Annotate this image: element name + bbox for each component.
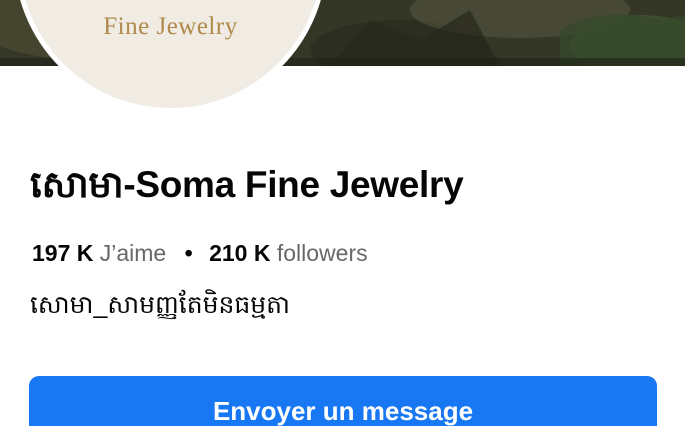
likes-count: 197 K: [32, 240, 94, 266]
stats-separator: •: [184, 240, 193, 266]
followers-count: 210 K: [209, 240, 271, 266]
page-stats: 197 K J’aime • 210 K followers: [32, 240, 368, 267]
page-bio: សោមា_សាមញ្ញតែមិនធម្មតា: [30, 291, 290, 319]
likes-label: J’aime: [99, 240, 167, 266]
send-message-button[interactable]: Envoyer un message: [29, 376, 657, 426]
profile-avatar[interactable]: Fine Jewelry: [14, 0, 327, 113]
followers-label: followers: [276, 240, 368, 266]
logo-text: Fine Jewelry: [103, 13, 238, 40]
page-title: សោមា-Soma Fine Jewelry: [30, 164, 464, 205]
facebook-page-header: Fine Jewelry សោមា-Soma Fine Jewelry 197 …: [0, 0, 685, 426]
